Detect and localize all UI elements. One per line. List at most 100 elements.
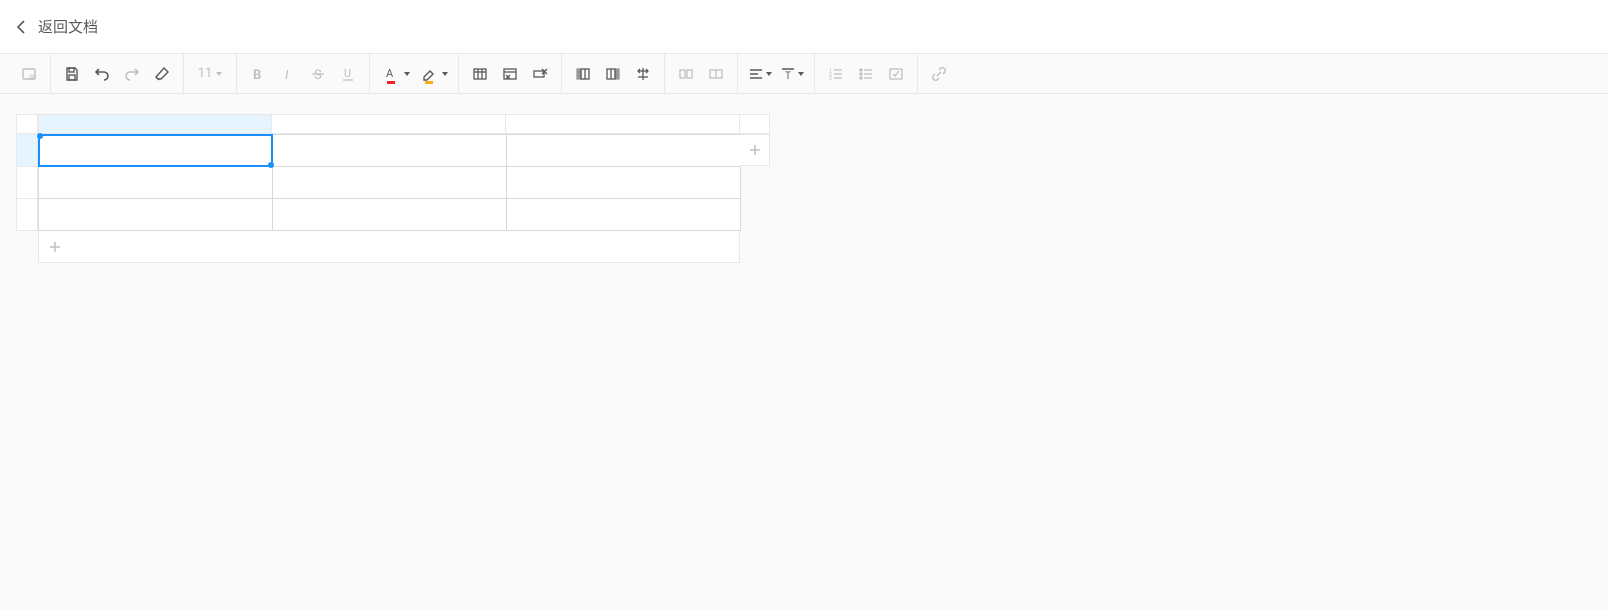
table-row <box>39 199 741 231</box>
cell-b2[interactable] <box>273 167 507 199</box>
font-color-icon: A <box>383 66 399 82</box>
toolbar: 11 B I S U A <box>0 54 1608 94</box>
row-header-3-wrap <box>16 199 38 231</box>
caret-down-icon <box>404 72 410 76</box>
col-header-a[interactable] <box>38 114 272 134</box>
add-row-button[interactable] <box>38 231 740 263</box>
cell-c1[interactable] <box>507 135 741 167</box>
font-color-underline <box>387 81 395 84</box>
data-table <box>38 134 741 231</box>
clear-format-button[interactable] <box>147 59 177 89</box>
row-1 <box>16 134 770 231</box>
link-icon <box>931 66 947 82</box>
table-row <box>39 167 741 199</box>
table-row <box>39 135 741 167</box>
svg-text:1: 1 <box>829 68 832 74</box>
font-size-select[interactable]: 11 <box>190 59 230 89</box>
caret-down-icon <box>216 72 222 76</box>
row-delete-icon <box>532 66 548 82</box>
toolbar-group-file-undo <box>51 54 184 93</box>
svg-text:A: A <box>386 67 394 80</box>
toolbar-group-insert-rowcol <box>562 54 665 93</box>
cell-b1[interactable] <box>273 135 507 167</box>
font-color-button[interactable]: A <box>376 59 414 89</box>
chevron-left-icon <box>16 19 26 35</box>
table-sheet <box>16 114 770 231</box>
caret-down-icon <box>766 72 772 76</box>
insert-left-button[interactable] <box>568 59 598 89</box>
table-body <box>38 134 741 231</box>
cell-a2[interactable] <box>39 167 273 199</box>
v-align-button[interactable]: T <box>776 59 808 89</box>
row-header-1[interactable] <box>16 134 38 167</box>
col-header-c[interactable] <box>506 114 740 134</box>
row-header-2[interactable] <box>16 167 38 199</box>
plus-icon <box>749 144 761 156</box>
insert-col-right-icon <box>605 66 621 82</box>
cell-c3[interactable] <box>507 199 741 231</box>
highlight-icon <box>421 66 437 82</box>
merge-cells-button[interactable] <box>671 59 701 89</box>
column-headers <box>38 114 770 134</box>
link-button[interactable] <box>924 59 954 89</box>
cell-a1[interactable] <box>39 135 273 167</box>
row-header-3[interactable] <box>16 199 38 231</box>
merge-icon <box>678 66 694 82</box>
svg-text:3: 3 <box>829 76 832 82</box>
caret-down-icon <box>442 72 448 76</box>
col-header-extra[interactable] <box>740 114 770 134</box>
plus-icon <box>49 241 61 253</box>
undo-icon <box>94 66 110 82</box>
select-all-cell[interactable] <box>16 114 38 134</box>
insert-table-button[interactable] <box>465 59 495 89</box>
checklist-button[interactable] <box>881 59 911 89</box>
valign-top-icon: T <box>780 66 796 82</box>
split-cells-button[interactable] <box>701 59 731 89</box>
italic-button[interactable]: I <box>273 59 303 89</box>
font-size-value: 11 <box>198 66 213 81</box>
eraser-icon <box>154 66 170 82</box>
toolbar-group-history <box>8 54 51 93</box>
bold-icon: B <box>250 66 266 82</box>
toolbar-group-color: A <box>370 54 459 93</box>
table-icon <box>472 66 488 82</box>
font-color-swatch: A <box>380 59 402 89</box>
redo-button[interactable] <box>117 59 147 89</box>
strikethrough-button[interactable]: S <box>303 59 333 89</box>
toolbar-group-list: 123 <box>815 54 918 93</box>
underline-button[interactable]: U <box>333 59 363 89</box>
highlight-underline <box>425 81 433 84</box>
bold-button[interactable]: B <box>243 59 273 89</box>
delete-table-button[interactable] <box>495 59 525 89</box>
h-align-button[interactable] <box>744 59 776 89</box>
svg-text:S: S <box>314 68 322 82</box>
insert-right-button[interactable] <box>598 59 628 89</box>
toolbar-group-link <box>918 54 960 93</box>
svg-text:B: B <box>253 68 261 82</box>
save-button[interactable] <box>57 59 87 89</box>
editor-canvas[interactable] <box>0 94 1608 609</box>
align-left-icon <box>748 66 764 82</box>
ordered-list-button[interactable]: 123 <box>821 59 851 89</box>
cell-b3[interactable] <box>273 199 507 231</box>
cell-c2[interactable] <box>507 167 741 199</box>
undo-button[interactable] <box>87 59 117 89</box>
col-header-b[interactable] <box>272 114 506 134</box>
distribute-button[interactable] <box>628 59 658 89</box>
add-column-button[interactable] <box>740 134 770 166</box>
ordered-list-icon: 123 <box>828 66 844 82</box>
toolbar-group-align: T <box>738 54 815 93</box>
cell-a3[interactable] <box>39 199 273 231</box>
toolbar-group-style: B I S U <box>237 54 370 93</box>
unordered-list-button[interactable] <box>851 59 881 89</box>
svg-text:U: U <box>344 67 351 80</box>
highlight-color-button[interactable] <box>414 59 452 89</box>
redo-icon <box>124 66 140 82</box>
header-bar: 返回文档 <box>0 0 1608 54</box>
back-label: 返回文档 <box>38 16 98 37</box>
delete-row-col-button[interactable] <box>525 59 555 89</box>
back-button[interactable]: 返回文档 <box>16 16 98 37</box>
checklist-icon <box>888 66 904 82</box>
save-icon <box>64 66 80 82</box>
underline-icon: U <box>340 66 356 82</box>
